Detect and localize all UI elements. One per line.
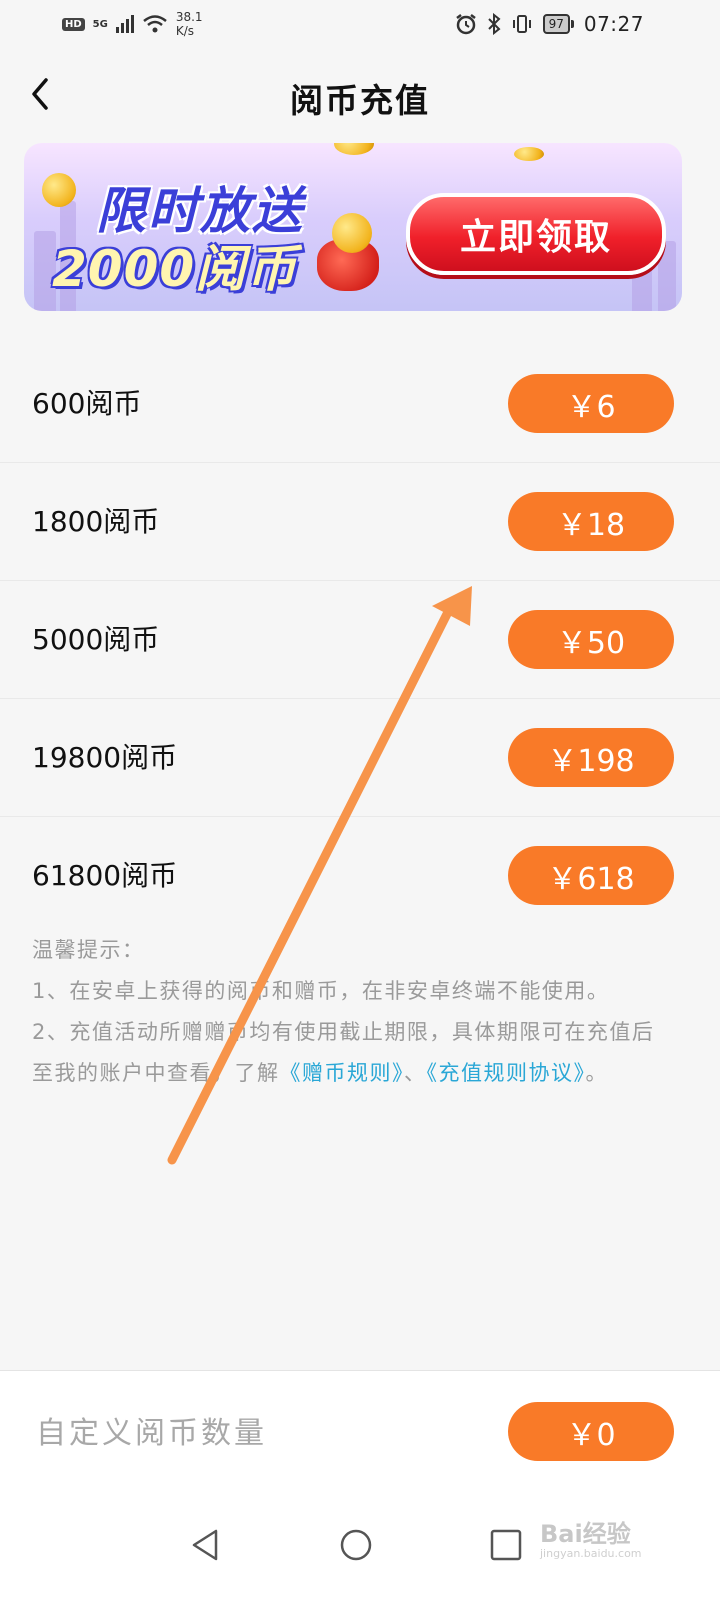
package-list: 600阅币 ￥6 1800阅币 ￥18 5000阅币 ￥50 19800阅币 ￥…: [0, 345, 720, 934]
tips-heading: 温馨提示：: [32, 938, 145, 962]
package-label: 5000阅币: [32, 623, 160, 656]
tips-end: 。: [585, 1061, 608, 1085]
nav-recents-icon[interactable]: [484, 1523, 528, 1567]
nav-home-icon[interactable]: [334, 1523, 378, 1567]
package-row: 1800阅币 ￥18: [0, 463, 720, 581]
tips-line-1: 1、在安卓上获得的阅币和赠币，在非安卓终端不能使用。: [32, 979, 610, 1003]
package-row: 600阅币 ￥6: [0, 345, 720, 463]
package-label: 61800阅币: [32, 859, 178, 892]
price-button[interactable]: ￥198: [508, 728, 674, 787]
hd-badge: HD: [62, 17, 85, 31]
package-label: 600阅币: [32, 387, 142, 420]
claim-now-button[interactable]: 立即领取: [406, 193, 666, 275]
tips-separator: 、: [404, 1061, 427, 1085]
battery-level: 97: [542, 14, 570, 34]
price-button[interactable]: ￥50: [508, 610, 674, 669]
nav-back-icon[interactable]: [184, 1523, 228, 1567]
gift-coin-rules-link[interactable]: 《赠币规则》: [280, 1061, 405, 1085]
wifi-icon: [143, 15, 167, 33]
promo-banner[interactable]: 限时放送 2000阅币 立即领取: [24, 143, 682, 311]
package-row: 19800阅币 ￥198: [0, 699, 720, 817]
system-nav-bar: Bai经验 jingyan.baidu.com: [0, 1490, 720, 1600]
coin-icon: [514, 147, 544, 161]
signal-icon: [115, 15, 134, 33]
package-label: 19800阅币: [32, 741, 178, 774]
custom-amount-bar: ￥0: [0, 1370, 720, 1491]
alarm-icon: [455, 14, 476, 35]
header: 阅币充值: [0, 60, 720, 130]
price-button[interactable]: ￥618: [508, 846, 674, 905]
tips-section: 温馨提示： 1、在安卓上获得的阅币和赠币，在非安卓终端不能使用。 2、充值活动所…: [32, 930, 662, 1094]
net-speed-value: 38.1: [175, 10, 203, 24]
page-title: 阅币充值: [290, 81, 430, 120]
network-type: 5G: [92, 18, 108, 30]
net-speed: 38.1 K/s: [176, 10, 203, 38]
watermark-logo: Bai经验 jingyan.baidu.com: [540, 1514, 642, 1560]
status-bar: HD 5G 38.1 K/s 97 07:27: [0, 0, 720, 52]
watermark-sub: jingyan.baidu.com: [540, 1547, 642, 1560]
custom-price-button[interactable]: ￥0: [508, 1402, 674, 1461]
coin-icon: [42, 173, 76, 207]
package-row: 5000阅币 ￥50: [0, 581, 720, 699]
clock: 07:27: [583, 12, 644, 36]
banner-subline: 2000阅币: [52, 240, 298, 298]
watermark-text: Bai经验: [540, 1520, 631, 1548]
status-left: HD 5G 38.1 K/s: [62, 10, 203, 38]
price-button[interactable]: ￥6: [508, 374, 674, 433]
tips-line-2: 2、充值活动所赠赠币均有使用截止期限，具体期限可在充值后至我的账户中查看，了解《…: [32, 1012, 662, 1094]
package-row: 61800阅币 ￥618: [0, 817, 720, 934]
vibrate-icon: [512, 15, 531, 33]
package-label: 1800阅币: [32, 505, 160, 538]
status-right: 97 07:27: [455, 12, 644, 36]
battery-icon: 97: [542, 14, 574, 34]
price-button[interactable]: ￥18: [508, 492, 674, 551]
net-speed-unit: K/s: [175, 24, 195, 38]
bluetooth-icon: [487, 13, 501, 35]
coin-icon: [332, 213, 372, 253]
custom-amount-input[interactable]: [34, 1407, 458, 1459]
coin-icon: [334, 143, 374, 155]
recharge-agreement-link[interactable]: 《充值规则协议》: [427, 1061, 586, 1085]
